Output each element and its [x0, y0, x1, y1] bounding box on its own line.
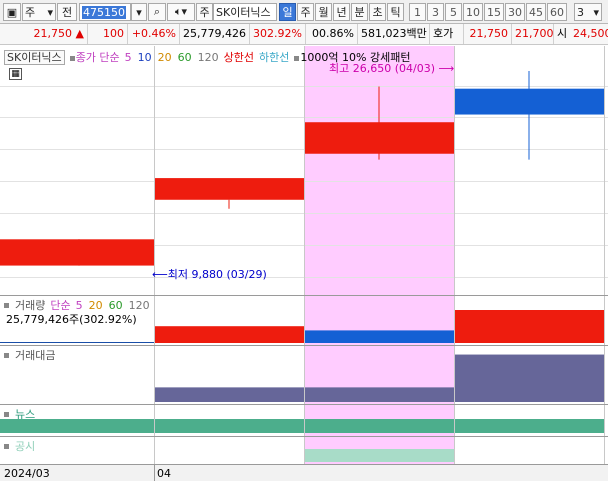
price-change: 100	[88, 24, 128, 44]
trade-amount-bar	[455, 354, 604, 402]
volume-bar	[155, 326, 304, 343]
chart-toolbar: ▣ 주 ▾ 전 475150 ▾ ⌕ 🔈︎▾ 주 SK이터닉스 3 ▾ 일주월년분초…	[0, 0, 608, 24]
sound-button[interactable]: 🔈︎▾	[167, 3, 195, 21]
candle-body	[0, 239, 154, 266]
x-tick-label: 04	[157, 467, 171, 480]
volume-bar	[0, 342, 154, 343]
volume-chart	[0, 310, 604, 343]
chevron-down-icon: ▾	[136, 5, 142, 19]
volume-bar	[305, 330, 454, 343]
interval-button-60[interactable]: 60	[547, 3, 567, 21]
search-icon: ⌕	[153, 5, 161, 18]
volume-ratio: 302.92%	[250, 24, 306, 44]
trade-amount: 581,023백만	[358, 24, 430, 44]
interval-button-3[interactable]: 3	[427, 3, 444, 21]
x-tick	[154, 465, 155, 481]
chart-layout-icon[interactable]: ▣	[3, 3, 21, 21]
volume-bar	[455, 310, 604, 343]
chevron-down-icon: ▾	[593, 5, 599, 19]
interval-button-45[interactable]: 45	[526, 3, 546, 21]
price-info-bar: 21,750 ▲ 100 +0.46% 25,779,426 302.92% 0…	[0, 24, 608, 45]
news-bar	[155, 419, 304, 433]
period-button-3[interactable]: 년	[333, 3, 350, 21]
quote-label: 호가	[430, 24, 464, 44]
interval-button-30[interactable]: 30	[505, 3, 525, 21]
right-arrow-icon: ⟶	[438, 62, 455, 75]
disclosure-bar	[305, 449, 454, 462]
open-price: 24,500	[573, 27, 608, 40]
market-type-select[interactable]: 주 ▾	[22, 3, 56, 21]
date-axis: 2024/03 04	[0, 464, 608, 481]
trade-amount-bar	[305, 387, 454, 402]
up-arrow-icon: ▲	[75, 27, 84, 40]
interval-button-5[interactable]: 5	[445, 3, 462, 21]
period-button-1[interactable]: 주	[297, 3, 314, 21]
high-annotation: 최고 26,650 (04/03) ⟶	[329, 62, 455, 75]
left-arrow-icon: ⟵	[152, 268, 168, 281]
bid-price: 21,700	[512, 24, 554, 44]
news-bar	[455, 419, 604, 433]
price-change-pct: +0.46%	[128, 24, 180, 44]
chart-area[interactable]: SK이터닉스 종가 단순 5 10 20 60 120 상한선 하한선 1000억 10…	[0, 46, 608, 464]
interval-button-10[interactable]: 10	[463, 3, 483, 21]
name-search-button[interactable]: 주	[196, 3, 213, 21]
period-button-4[interactable]: 분	[351, 3, 368, 21]
candlestick-chart	[0, 70, 604, 266]
period-button-0[interactable]: 일	[279, 3, 296, 21]
chevron-down-icon: ▾	[47, 5, 53, 19]
candle-body	[155, 178, 304, 200]
period-button-5[interactable]: 초	[369, 3, 386, 21]
count-select[interactable]: 3 ▾	[574, 3, 602, 21]
period-button-2[interactable]: 월	[315, 3, 332, 21]
period-button-6[interactable]: 틱	[387, 3, 404, 21]
prev-button[interactable]: 전	[57, 3, 77, 21]
current-price: 21,750 ▲	[0, 24, 88, 44]
news-bar	[0, 419, 154, 433]
volume-value: 25,779,426	[180, 24, 250, 44]
x-tick-label: 2024/03	[4, 467, 50, 480]
stock-name-field[interactable]: SK이터닉스	[213, 3, 277, 21]
search-button[interactable]: ⌕	[148, 3, 166, 21]
candle-body	[455, 88, 604, 115]
turnover-rate: 00.86%	[306, 24, 358, 44]
news-bar	[305, 419, 454, 433]
stock-code-input[interactable]: 475150	[79, 3, 131, 21]
speaker-icon: 🔈︎▾	[174, 5, 188, 18]
trade-amount-chart	[155, 354, 604, 402]
interval-button-1[interactable]: 1	[409, 3, 426, 21]
disclosure-chart	[305, 449, 454, 462]
trade-amount-bar	[155, 387, 304, 402]
ask-price: 21,750	[464, 24, 512, 44]
interval-button-15[interactable]: 15	[484, 3, 504, 21]
candle-body	[305, 122, 454, 154]
news-chart	[0, 419, 604, 433]
low-annotation: ⟵최저 9,880 (03/29)	[152, 268, 267, 281]
code-dropdown-button[interactable]: ▾	[131, 3, 147, 21]
